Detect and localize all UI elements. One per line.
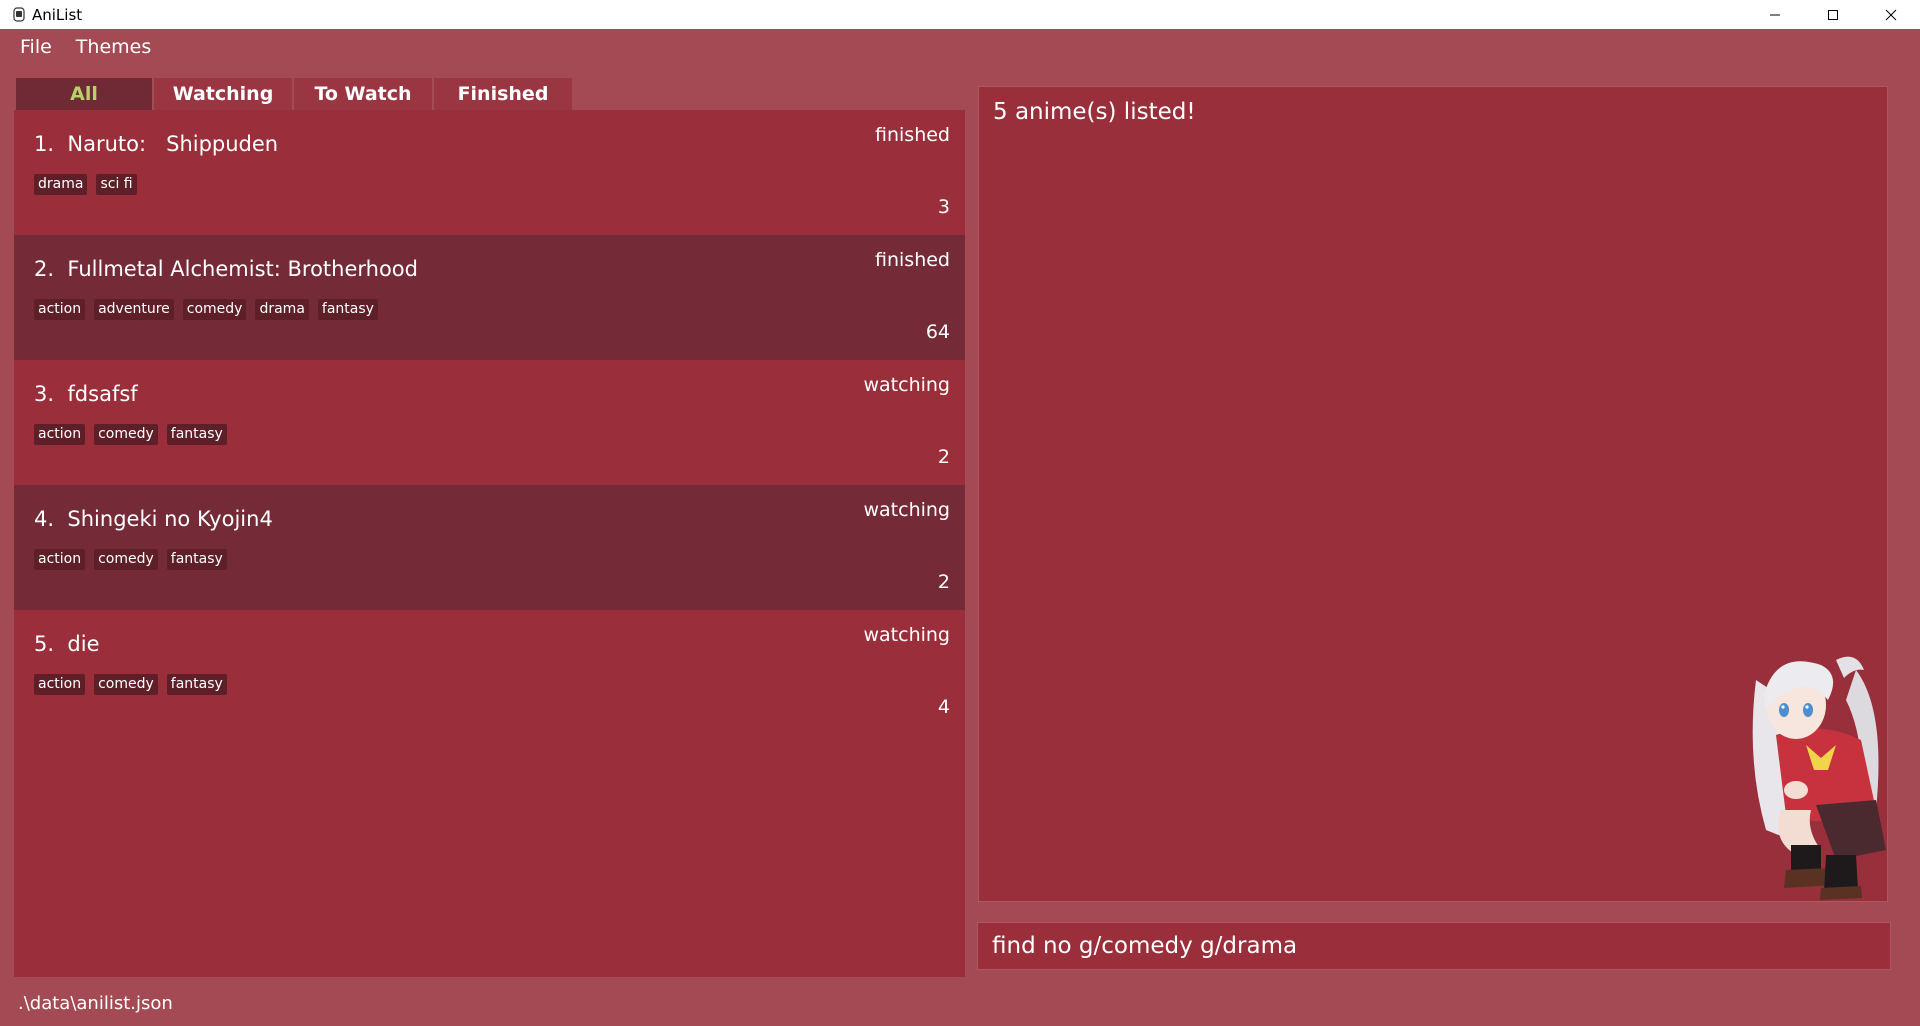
genre-tag: comedy — [94, 424, 158, 445]
anime-status: finished — [875, 124, 950, 146]
episode-count: 2 — [937, 571, 950, 593]
genre-tag: fantasy — [166, 549, 227, 570]
genre-tag: action — [34, 549, 86, 570]
genre-tags: action adventure comedy drama fantasy — [34, 299, 378, 320]
tab-watching[interactable]: Watching — [154, 78, 292, 110]
anime-index: 2. — [34, 257, 55, 281]
episode-count: 2 — [937, 446, 950, 468]
minimize-button[interactable] — [1746, 0, 1804, 29]
genre-tags: action comedy fantasy — [34, 674, 227, 695]
window-controls — [1746, 0, 1920, 29]
anime-index: 1. — [34, 132, 55, 156]
episode-count: 64 — [925, 321, 950, 343]
tab-all[interactable]: All — [16, 78, 152, 110]
tab-to-watch[interactable]: To Watch — [294, 78, 432, 110]
genre-tags: drama sci fi — [34, 174, 137, 195]
data-file-path: .\data\anilist.json — [18, 992, 173, 1014]
menu-bar: File Themes — [0, 29, 1920, 65]
genre-tag: action — [34, 424, 86, 445]
anime-card[interactable]: 5. die watching action comedy fantasy 4 — [14, 610, 965, 735]
genre-tag: drama — [34, 174, 88, 195]
anime-title: 1. Naruto: Shippuden — [34, 132, 278, 156]
genre-tag: fantasy — [317, 299, 378, 320]
anime-name: Shingeki no Kyojin4 — [67, 507, 273, 531]
anime-name: fdsafsf — [67, 382, 138, 406]
status-bar: .\data\anilist.json — [0, 980, 1920, 1026]
anime-index: 5. — [34, 632, 55, 656]
episode-count: 3 — [937, 196, 950, 218]
genre-tag: fantasy — [166, 424, 227, 445]
episode-count: 4 — [937, 696, 950, 718]
anime-status: watching — [863, 374, 950, 396]
window-title: AniList — [32, 5, 83, 24]
anime-title: 4. Shingeki no Kyojin4 — [34, 507, 273, 531]
anime-index: 4. — [34, 507, 55, 531]
anime-name: die — [67, 632, 100, 656]
anime-status: watching — [863, 624, 950, 646]
close-icon — [1885, 9, 1897, 20]
genre-tag: adventure — [94, 299, 174, 320]
anime-list-panel: All Watching To Watch Finished 1. Naruto… — [14, 74, 965, 977]
tab-bar: All Watching To Watch Finished — [14, 74, 965, 110]
command-input[interactable] — [992, 931, 1872, 961]
anime-title: 3. fdsafsf — [34, 382, 138, 406]
result-message: 5 anime(s) listed! — [993, 99, 1196, 125]
minimize-icon — [1770, 14, 1780, 15]
menu-themes[interactable]: Themes — [64, 36, 163, 58]
genre-tag: fantasy — [166, 674, 227, 695]
anime-title: 2. Fullmetal Alchemist: Brotherhood — [34, 257, 418, 281]
maximize-icon — [1828, 9, 1838, 20]
window-title-bar: AniList — [0, 0, 1920, 29]
anime-list: 1. Naruto: Shippuden finished drama sci … — [14, 110, 965, 977]
genre-tag: comedy — [94, 549, 158, 570]
anime-card[interactable]: 2. Fullmetal Alchemist: Brotherhood fini… — [14, 235, 965, 360]
genre-tag: sci fi — [96, 174, 137, 195]
genre-tag: action — [34, 299, 86, 320]
genre-tag: comedy — [182, 299, 247, 320]
anime-name: Fullmetal Alchemist: Brotherhood — [67, 257, 418, 281]
maximize-button[interactable] — [1804, 0, 1862, 29]
genre-tags: action comedy fantasy — [34, 424, 227, 445]
anime-status: finished — [875, 249, 950, 271]
anime-card[interactable]: 3. fdsafsf watching action comedy fantas… — [14, 360, 965, 485]
anime-name: Naruto: Shippuden — [67, 132, 279, 156]
anime-card[interactable]: 1. Naruto: Shippuden finished drama sci … — [14, 110, 965, 235]
anime-card[interactable]: 4. Shingeki no Kyojin4 watching action c… — [14, 485, 965, 610]
genre-tags: action comedy fantasy — [34, 549, 227, 570]
app-icon — [12, 7, 26, 23]
menu-file[interactable]: File — [8, 36, 64, 58]
mascot-illustration — [1752, 656, 1886, 900]
tab-finished[interactable]: Finished — [434, 78, 572, 110]
command-box — [977, 922, 1891, 970]
anime-status: watching — [863, 499, 950, 521]
anime-index: 3. — [34, 382, 55, 406]
genre-tag: comedy — [94, 674, 158, 695]
genre-tag: drama — [255, 299, 309, 320]
close-button[interactable] — [1862, 0, 1920, 29]
anime-title: 5. die — [34, 632, 100, 656]
genre-tag: action — [34, 674, 86, 695]
